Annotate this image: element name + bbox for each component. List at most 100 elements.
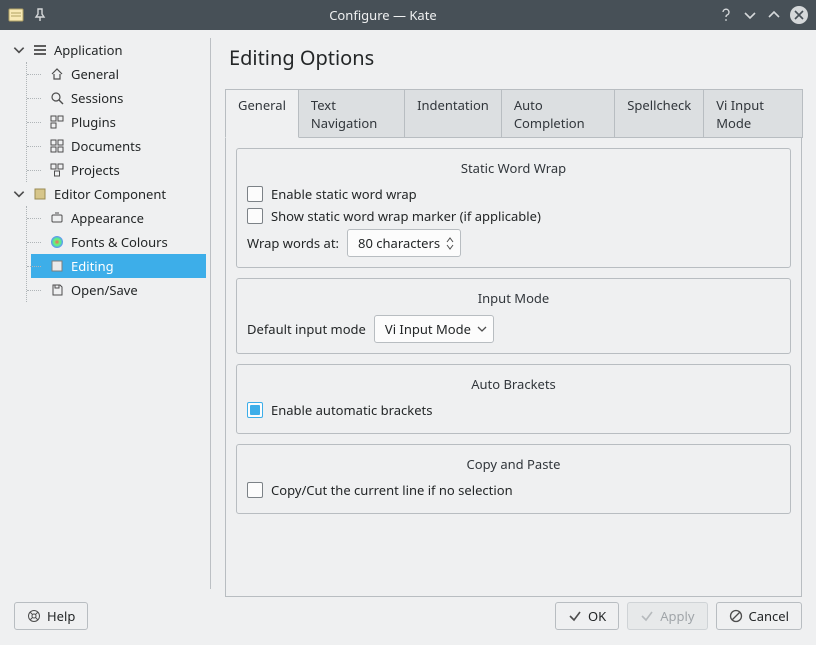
save-icon <box>49 282 65 298</box>
sidebar-item-projects[interactable]: Projects <box>31 158 206 182</box>
tree-section-application: Application General Sessions Plugins <box>10 38 206 182</box>
default-input-mode-combobox[interactable]: Vi Input Mode <box>374 315 494 343</box>
cancel-button[interactable]: Cancel <box>716 602 802 630</box>
group-copy-and-paste: Copy and Paste Copy/Cut the current line… <box>236 444 791 514</box>
maximize-icon[interactable] <box>766 7 782 23</box>
home-icon <box>49 66 65 82</box>
fonts-colours-icon <box>49 234 65 250</box>
close-button[interactable] <box>790 6 808 24</box>
wrap-words-label: Wrap words at: <box>247 234 339 252</box>
checkbox-label: Enable static word wrap <box>271 185 417 203</box>
sidebar-item-documents[interactable]: Documents <box>31 134 206 158</box>
tab-label: Indentation <box>417 96 489 114</box>
tab-label: General <box>238 96 286 114</box>
page-title: Editing Options <box>229 44 802 71</box>
help-button[interactable]: Help <box>14 602 88 630</box>
chevron-down-icon <box>12 43 26 57</box>
sidebar-item-open-save[interactable]: Open/Save <box>31 278 206 302</box>
check-icon <box>568 609 582 623</box>
footer: Help OK Apply Cancel <box>0 597 816 645</box>
apply-button[interactable]: Apply <box>627 602 707 630</box>
sidebar-item-sessions[interactable]: Sessions <box>31 86 206 110</box>
appearance-icon <box>49 210 65 226</box>
spinbox-value: 80 characters <box>358 234 440 252</box>
group-title: Static Word Wrap <box>247 159 780 177</box>
checkbox-enable-automatic-brackets[interactable] <box>247 402 263 418</box>
sidebar-item-label: General <box>71 65 119 83</box>
tree-section-label: Application <box>54 41 122 59</box>
sidebar-item-label: Sessions <box>71 89 123 107</box>
checkbox-copy-cut-current-line[interactable] <box>247 482 263 498</box>
chevron-down-icon <box>12 187 26 201</box>
spin-arrows[interactable] <box>446 237 454 250</box>
pin-icon[interactable] <box>32 7 48 23</box>
group-input-mode: Input Mode Default input mode Vi Input M… <box>236 278 791 354</box>
button-label: Apply <box>660 607 694 625</box>
group-auto-brackets: Auto Brackets Enable automatic brackets <box>236 364 791 434</box>
checkbox-label: Copy/Cut the current line if no selectio… <box>271 481 513 499</box>
sidebar-item-appearance[interactable]: Appearance <box>31 206 206 230</box>
tab-bar: General Text Navigation Indentation Auto… <box>225 89 802 138</box>
minimize-icon[interactable] <box>742 7 758 23</box>
group-title: Input Mode <box>247 289 780 307</box>
tab-label: Auto Completion <box>514 96 585 132</box>
titlebar: Configure — Kate <box>0 0 816 30</box>
checkbox-label: Show static word wrap marker (if applica… <box>271 207 541 225</box>
tab-label: Vi Input Mode <box>716 96 764 132</box>
app-icon <box>8 7 24 23</box>
sidebar-item-label: Plugins <box>71 113 116 131</box>
tree-section-label: Editor Component <box>54 185 166 203</box>
ok-button[interactable]: OK <box>555 602 619 630</box>
sidebar-item-label: Editing <box>71 257 114 275</box>
sidebar-item-label: Open/Save <box>71 281 138 299</box>
default-input-mode-label: Default input mode <box>247 320 366 338</box>
sidebar-item-general[interactable]: General <box>31 62 206 86</box>
tab-vi-input-mode[interactable]: Vi Input Mode <box>703 89 803 138</box>
tab-auto-completion[interactable]: Auto Completion <box>501 89 615 138</box>
sidebar-item-plugins[interactable]: Plugins <box>31 110 206 134</box>
group-title: Copy and Paste <box>247 455 780 473</box>
cancel-icon <box>729 609 743 623</box>
editor-icon <box>32 186 48 202</box>
window-title: Configure — Kate <box>48 6 718 24</box>
sidebar-item-editing[interactable]: Editing <box>31 254 206 278</box>
application-icon <box>32 42 48 58</box>
tab-panel-general: Static Word Wrap Enable static word wrap… <box>225 137 802 597</box>
checkbox-show-static-word-wrap-marker[interactable] <box>247 208 263 224</box>
checkbox-label: Enable automatic brackets <box>271 401 432 419</box>
sidebar-item-label: Documents <box>71 137 141 155</box>
sidebar-item-fonts-colours[interactable]: Fonts & Colours <box>31 230 206 254</box>
wrap-words-spinbox[interactable]: 80 characters <box>347 229 461 257</box>
tree-section-header-application[interactable]: Application <box>10 38 206 62</box>
plugin-icon <box>49 114 65 130</box>
chevron-up-icon <box>446 237 454 243</box>
tab-spellcheck[interactable]: Spellcheck <box>614 89 704 138</box>
button-label: Cancel <box>749 607 789 625</box>
tab-text-navigation[interactable]: Text Navigation <box>298 89 405 138</box>
chevron-down-icon <box>477 324 487 334</box>
help-icon <box>27 609 41 623</box>
tab-indentation[interactable]: Indentation <box>404 89 502 138</box>
combobox-value: Vi Input Mode <box>385 320 471 338</box>
help-icon[interactable] <box>718 7 734 23</box>
window: Configure — Kate Applic <box>0 0 816 645</box>
tree-section-header-editor[interactable]: Editor Component <box>10 182 206 206</box>
tree-section-editor: Editor Component Appearance Fonts & Colo… <box>10 182 206 302</box>
group-title: Auto Brackets <box>247 375 780 393</box>
search-icon <box>49 90 65 106</box>
editing-icon <box>49 258 65 274</box>
group-static-word-wrap: Static Word Wrap Enable static word wrap… <box>236 148 791 268</box>
tab-general[interactable]: General <box>225 89 299 138</box>
button-label: OK <box>588 607 606 625</box>
check-icon <box>640 609 654 623</box>
sidebar-item-label: Fonts & Colours <box>71 233 168 251</box>
content: Editing Options General Text Navigation … <box>211 30 816 597</box>
documents-icon <box>49 138 65 154</box>
chevron-down-icon <box>446 244 454 250</box>
sidebar-item-label: Appearance <box>71 209 144 227</box>
sidebar-item-label: Projects <box>71 161 120 179</box>
projects-icon <box>49 162 65 178</box>
checkbox-enable-static-word-wrap[interactable] <box>247 186 263 202</box>
tab-label: Spellcheck <box>627 96 691 114</box>
button-label: Help <box>47 607 75 625</box>
